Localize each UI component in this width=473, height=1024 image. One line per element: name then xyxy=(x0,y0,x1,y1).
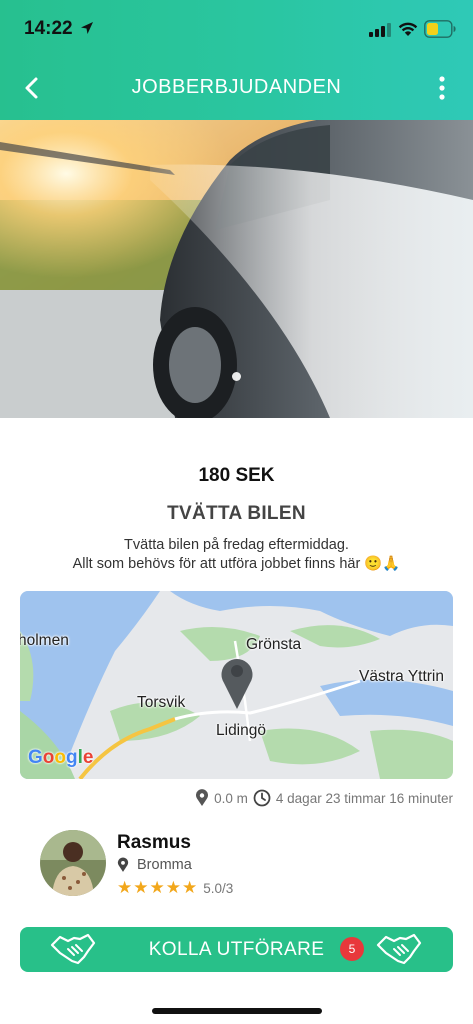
job-price: 180 SEK xyxy=(198,465,275,486)
description-line: Allt som behövs för att utföra jobbet fi… xyxy=(72,556,401,572)
distance-text: 0.0 m xyxy=(214,790,248,806)
star-icon: ★ xyxy=(117,878,133,897)
signal-icon xyxy=(369,23,391,37)
status-bar: 14:22 xyxy=(0,0,473,56)
view-performers-label: KOLLA UTFÖRARE xyxy=(148,938,325,960)
avatar[interactable] xyxy=(40,830,106,896)
more-vertical-icon xyxy=(439,76,445,100)
performers-count-badge: 5 xyxy=(340,937,364,961)
map-label-vastra-yttringe: Västra Yttrin xyxy=(359,668,445,685)
owner-location-text: Bromma xyxy=(137,857,192,873)
map-label-lidingo: Lidingö xyxy=(216,722,266,739)
location-pin-icon xyxy=(196,789,209,806)
job-title: TVÄTTA BILEN xyxy=(167,503,306,524)
star-icon: ★ xyxy=(182,878,198,897)
view-performers-button[interactable]: KOLLA UTFÖRARE 5 xyxy=(20,927,453,972)
job-meta-row: 0.0 m 4 dagar 23 timmar 16 minuter xyxy=(195,788,453,808)
job-offer-screen: 14:22 JOBBERBJUDANDEN 180 SEK TVÄTTA BIL… xyxy=(0,0,473,1024)
battery-icon xyxy=(424,20,456,38)
location-map[interactable]: holmen Grönsta Västra Yttrin Torsvik Lid… xyxy=(20,591,453,779)
owner-location: Bromma xyxy=(117,857,192,873)
clock-icon xyxy=(253,789,271,807)
star-icon: ★ xyxy=(149,878,165,897)
nav-bar: JOBBERBJUDANDEN xyxy=(0,60,473,116)
handshake-icon xyxy=(50,933,96,965)
header: 14:22 JOBBERBJUDANDEN xyxy=(0,0,473,120)
owner-rating: ★ ★ ★ ★ ★ 5.0/3 xyxy=(117,879,233,897)
time-left-text: 4 dagar 23 timmar 16 minuter xyxy=(275,790,453,806)
description-line: Tvätta bilen på fredag eftermiddag. xyxy=(124,537,349,553)
page-title: JOBBERBJUDANDEN xyxy=(131,76,342,98)
more-options-button[interactable] xyxy=(430,72,454,104)
handshake-icon xyxy=(376,933,422,965)
carousel-dot[interactable] xyxy=(232,372,241,381)
home-indicator[interactable] xyxy=(152,1008,322,1014)
star-icon: ★ xyxy=(133,878,149,897)
star-icon: ★ xyxy=(165,878,181,897)
hero-image-carousel[interactable] xyxy=(0,120,473,418)
owner-name: Rasmus xyxy=(117,832,191,853)
avatar-photo xyxy=(40,830,106,896)
location-arrow-icon xyxy=(81,22,93,34)
google-logo: Google xyxy=(28,747,94,768)
map-label-holmen: holmen xyxy=(20,632,69,649)
map-pin-icon[interactable] xyxy=(217,651,257,711)
map-label-torsvik: Torsvik xyxy=(137,694,186,711)
location-pin-icon xyxy=(117,857,129,872)
rating-value: 5.0/3 xyxy=(203,880,234,896)
job-description: Tvätta bilen på fredag eftermiddag. Allt… xyxy=(20,536,453,574)
wifi-icon xyxy=(398,22,418,36)
status-time: 14:22 xyxy=(24,18,73,39)
